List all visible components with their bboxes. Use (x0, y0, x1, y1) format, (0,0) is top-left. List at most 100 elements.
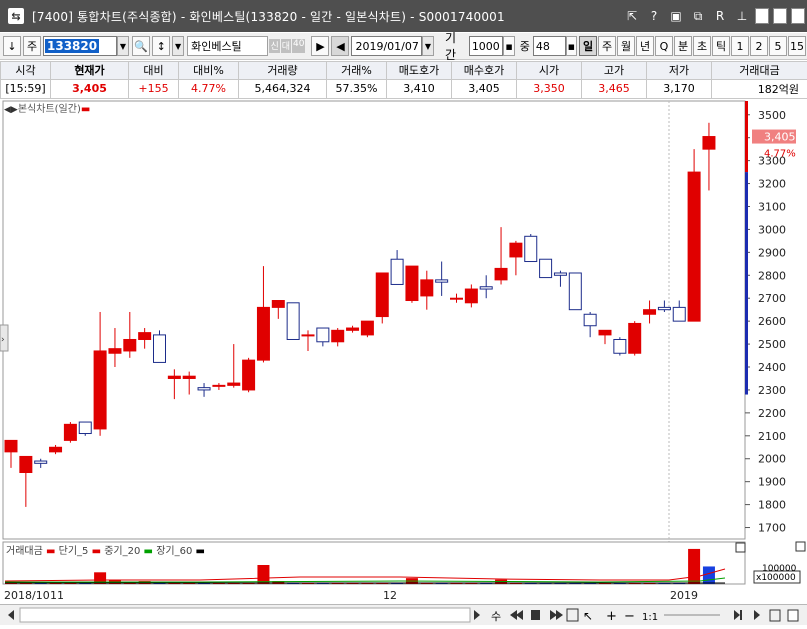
timeframe-1[interactable]: 주 (598, 36, 616, 56)
candle-body[interactable] (480, 287, 492, 289)
timeframe-5[interactable]: 분 (674, 36, 692, 56)
candle-body[interactable] (688, 172, 700, 321)
candle-body[interactable] (421, 280, 433, 296)
candle-body[interactable] (406, 266, 418, 300)
scroll-right-icon[interactable] (474, 610, 480, 620)
timeframe-7[interactable]: 틱 (712, 36, 730, 56)
zoom-out-icon[interactable]: − (624, 609, 635, 624)
volume-settings-icon[interactable] (796, 542, 805, 551)
candle-body[interactable] (495, 268, 507, 279)
candle-body[interactable] (451, 298, 463, 299)
edit-icon[interactable] (770, 610, 780, 621)
candle-body[interactable] (5, 440, 17, 451)
candle-body[interactable] (703, 137, 715, 150)
timeframe-8[interactable]: 1 (731, 36, 749, 56)
cursor-arrow-icon[interactable]: ↖ (583, 609, 593, 623)
candle-body[interactable] (183, 376, 195, 378)
candle-body[interactable] (124, 339, 136, 350)
zoom-spin-icon[interactable]: ▪ (566, 36, 577, 56)
candle-body[interactable] (228, 383, 240, 385)
timeframe-4[interactable]: Q (655, 36, 673, 56)
stock-code-input[interactable]: 133820 (43, 36, 117, 56)
period-input[interactable]: 1000 (469, 36, 504, 56)
candle-body[interactable] (257, 307, 269, 360)
down-arrow-button[interactable]: ↓ (3, 36, 21, 56)
stop-icon[interactable] (531, 610, 540, 620)
sort-dropdown-icon[interactable]: ▼ (172, 36, 184, 56)
maximize-icon[interactable]: □ (773, 8, 787, 24)
search-icon[interactable]: 🔍 (132, 36, 150, 56)
help-icon[interactable]: ? (647, 9, 661, 23)
volume-collapse-icon[interactable] (736, 543, 745, 552)
candle-body[interactable] (168, 376, 180, 378)
candle-body[interactable] (673, 307, 685, 321)
candle-body[interactable] (35, 461, 47, 463)
code-dropdown-icon[interactable]: ▼ (117, 36, 129, 56)
candle-body[interactable] (272, 301, 284, 308)
candle-body[interactable] (584, 314, 596, 325)
pin-icon[interactable]: ⊥ (735, 9, 749, 23)
play-next-icon[interactable]: ▶ (311, 36, 329, 56)
zoom-input[interactable]: 48 (533, 36, 566, 56)
candle-body[interactable] (317, 328, 329, 342)
ratio-label[interactable]: 1:1 (642, 612, 658, 623)
candle-body[interactable] (64, 424, 76, 440)
candle-body[interactable] (198, 388, 210, 390)
sort-icon[interactable]: ↕ (152, 36, 170, 56)
candle-body[interactable] (361, 321, 373, 335)
period-spin-icon[interactable]: ▪ (503, 36, 514, 56)
timeframe-6[interactable]: 초 (693, 36, 711, 56)
candle-body[interactable] (332, 330, 344, 341)
candle-body[interactable] (391, 259, 403, 284)
candle-body[interactable] (629, 323, 641, 353)
market-type-button[interactable]: 주 (23, 36, 41, 56)
candle-body[interactable] (154, 335, 166, 363)
candle-body[interactable] (599, 330, 611, 335)
date-dropdown-icon[interactable]: ▼ (422, 36, 434, 56)
candle-body[interactable] (658, 307, 670, 309)
date-input[interactable]: 2019/01/07 (351, 36, 422, 56)
candle-body[interactable] (510, 243, 522, 257)
candle-body[interactable] (644, 310, 656, 315)
timeframe-3[interactable]: 년 (636, 36, 654, 56)
settings-icon[interactable] (788, 610, 798, 621)
candle-body[interactable] (50, 447, 62, 452)
candle-body[interactable] (376, 273, 388, 317)
candle-body[interactable] (465, 289, 477, 303)
candle-body[interactable] (569, 273, 581, 310)
candle-body[interactable] (94, 351, 106, 429)
range-icon[interactable] (567, 609, 578, 621)
cursor-icon[interactable]: ⇱ (625, 9, 639, 23)
chart-scrollbar[interactable] (20, 608, 470, 622)
timeframe-0[interactable]: 일 (579, 36, 597, 56)
candle-body[interactable] (109, 349, 121, 354)
play-prev-icon[interactable]: ◀ (331, 36, 349, 56)
timeframe-10[interactable]: 5 (769, 36, 787, 56)
close-icon[interactable]: ✕ (791, 8, 805, 24)
candle-body[interactable] (436, 280, 448, 282)
candle-body[interactable] (614, 339, 626, 353)
rewind-icon[interactable] (510, 610, 523, 620)
candle-body[interactable] (213, 385, 225, 386)
forward-icon[interactable] (550, 610, 563, 620)
timeframe-9[interactable]: 2 (750, 36, 768, 56)
candle-body[interactable] (243, 360, 255, 390)
candle-body[interactable] (139, 333, 151, 340)
timeframe-2[interactable]: 월 (617, 36, 635, 56)
scroll-left-icon[interactable] (8, 610, 14, 620)
candle-body[interactable] (20, 456, 32, 472)
minimize-icon[interactable]: _ (755, 8, 769, 24)
timeframe-11[interactable]: 15 (788, 36, 806, 56)
candle-body[interactable] (79, 422, 91, 433)
layout-icon[interactable]: ▣ (669, 9, 683, 23)
candle-body[interactable] (540, 259, 552, 277)
candle-body[interactable] (347, 328, 359, 330)
scroll-end-icon[interactable] (734, 610, 742, 620)
next-page-icon[interactable] (754, 610, 760, 620)
candle-body[interactable] (525, 236, 537, 261)
candle-body[interactable] (554, 273, 566, 275)
candle-body[interactable] (287, 303, 299, 340)
chart-area[interactable]: 3500340033003200310030002900280027002600… (0, 99, 807, 604)
restore-icon[interactable]: ⧉ (691, 9, 705, 24)
zoom-in-icon[interactable]: + (606, 609, 617, 624)
